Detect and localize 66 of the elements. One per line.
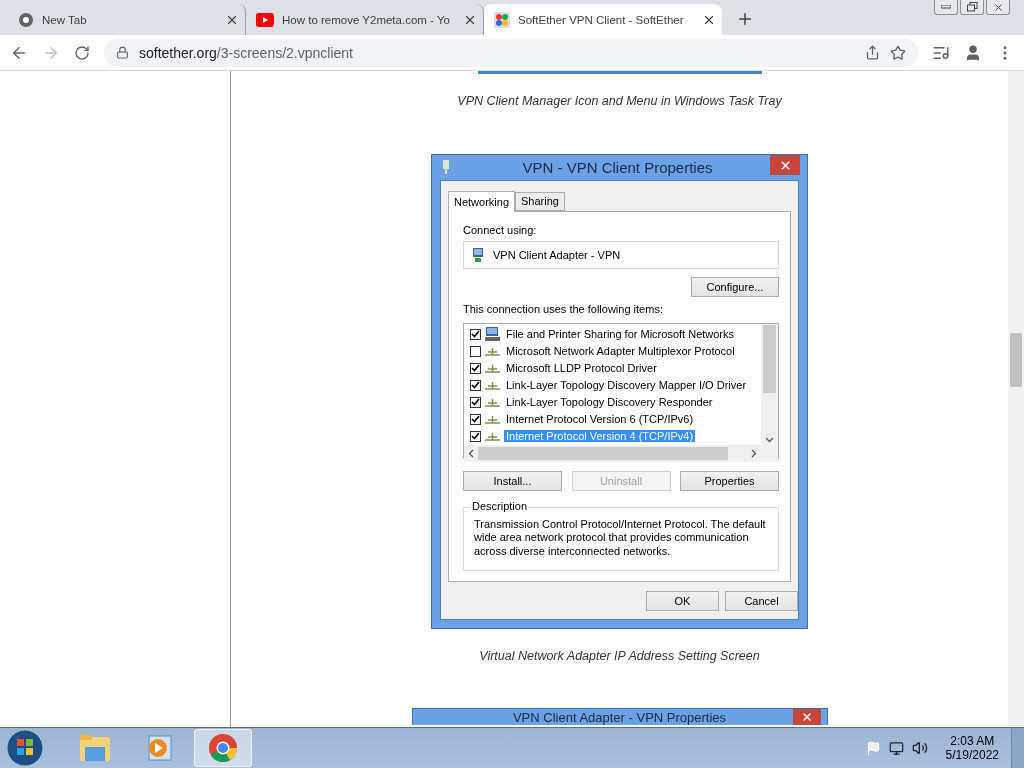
close-icon [778, 158, 792, 172]
star-icon[interactable] [890, 44, 906, 61]
scroll-down-icon[interactable] [765, 436, 774, 443]
minimize-icon [941, 5, 951, 9]
image-caption: Virtual Network Adapter IP Address Setting Screen [479, 649, 760, 663]
restore-button[interactable] [960, 0, 984, 15]
vertical-scrollbar[interactable] [761, 323, 778, 445]
cancel-button[interactable]: Cancel [725, 591, 798, 611]
list-item[interactable]: Microsoft Network Adapter Multiplexor Protocol [504, 345, 737, 357]
items-label: This connection uses the following items: [463, 302, 664, 315]
dialog-tab[interactable]: Sharing [515, 191, 565, 211]
checkbox[interactable] [470, 413, 481, 425]
close-button[interactable] [986, 0, 1010, 15]
scroll-thumb[interactable] [1010, 333, 1022, 387]
lock-icon [116, 46, 129, 59]
close-icon [800, 711, 813, 723]
list-item[interactable]: File and Printer Sharing for Microsoft Networks [504, 328, 737, 340]
adapter-icon [471, 247, 485, 262]
dialog-title: VPN Client Adapter - VPN Properties [512, 709, 727, 725]
reload-icon[interactable] [74, 44, 90, 61]
checkbox[interactable] [470, 328, 481, 340]
plug-icon [442, 160, 450, 175]
scroll-thumb[interactable] [478, 446, 728, 460]
scroll-thumb[interactable] [763, 325, 776, 393]
dialog-tab[interactable]: Networking [448, 190, 516, 212]
grid-icon [494, 11, 510, 28]
address-bar[interactable]: softether.org/3-screens/2.vpnclient [104, 38, 918, 67]
image-caption: VPN Client Manager Icon and Menu in Windows Task Tray [457, 94, 782, 108]
clock[interactable]: 2:03 AM 5/19/2022 [945, 734, 999, 762]
page-scrollbar[interactable] [1008, 71, 1024, 727]
action-button[interactable]: Install... [463, 470, 562, 491]
list-item[interactable]: Link-Layer Topology Discovery Responder [504, 396, 715, 408]
connect-label: Connect using: [463, 223, 538, 236]
folder-icon [79, 733, 111, 763]
checkbox[interactable] [470, 396, 481, 408]
checkbox[interactable] [470, 379, 481, 391]
start-button[interactable] [6, 729, 44, 767]
profile-icon[interactable] [964, 43, 982, 62]
list-item[interactable]: Internet Protocol Version 6 (TCP/IPv6) [504, 413, 696, 425]
checkbox[interactable] [470, 345, 481, 357]
horizontal-scrollbar[interactable] [464, 444, 761, 462]
checkbox[interactable] [470, 362, 481, 374]
ok-button[interactable]: OK [646, 591, 719, 611]
scroll-left-icon[interactable] [468, 448, 474, 458]
close-button[interactable] [792, 709, 821, 725]
configure-button[interactable]: Configure... [691, 276, 779, 297]
scroll-right-icon[interactable] [751, 448, 757, 458]
taskbar-app[interactable] [194, 729, 252, 767]
new-tab-button[interactable] [736, 10, 754, 28]
description-label: Description [470, 499, 530, 512]
list-item[interactable]: Microsoft LLDP Protocol Driver [504, 362, 659, 374]
list-item[interactable]: Link-Layer Topology Discovery Mapper I/O Driver [504, 379, 749, 391]
checkbox[interactable] [470, 430, 481, 442]
dialog-title: VPN - VPN Client Properties [521, 158, 714, 176]
action-button[interactable]: Properties [680, 470, 779, 491]
computer-icon [485, 327, 500, 341]
restore-icon [966, 2, 978, 12]
adapter-field: VPN Client Adapter - VPN [463, 240, 779, 269]
description-text: Transmission Control Protocol/Internet Protocol. The default wide area network protocol that provides communication across diverse interconnected networks. [474, 517, 767, 558]
volume-icon[interactable] [911, 740, 928, 756]
play-icon [145, 734, 173, 762]
browser-tab[interactable]: SoftEther VPN Client - SoftEther [484, 4, 722, 35]
close-icon [992, 1, 1004, 13]
close-button[interactable] [770, 155, 800, 175]
play-icon [256, 12, 274, 27]
share-icon[interactable] [865, 45, 880, 60]
